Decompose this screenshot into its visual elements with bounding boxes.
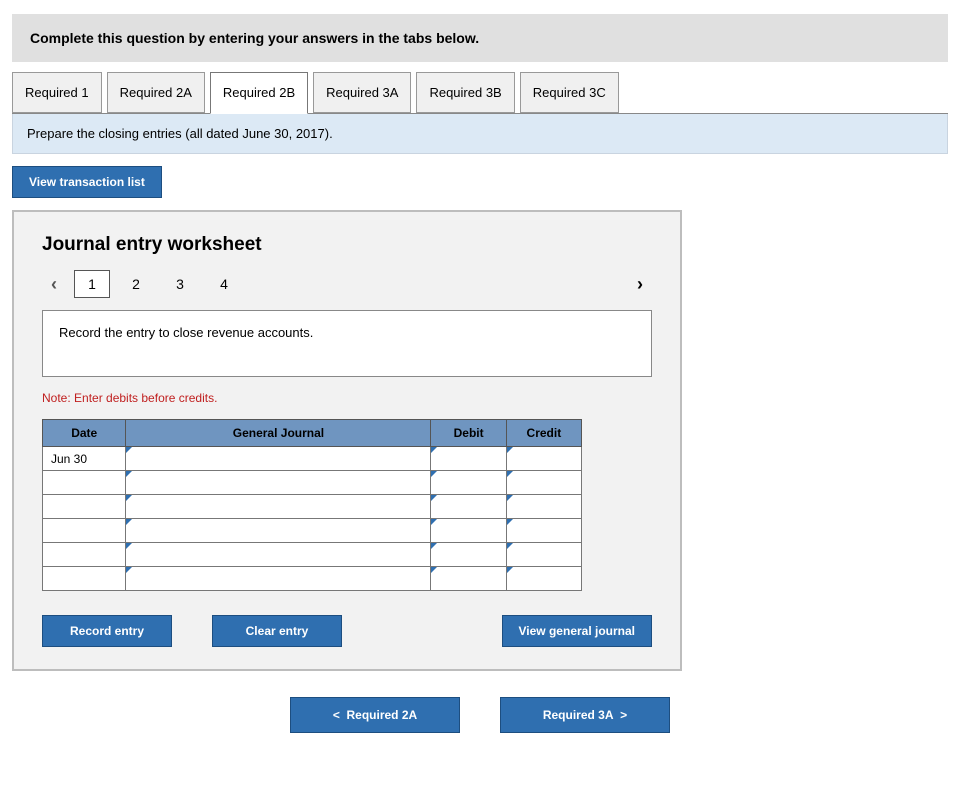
cell-date[interactable] xyxy=(43,543,126,567)
tab-required-2a[interactable]: Required 2A xyxy=(107,72,205,113)
journal-table: Date General Journal Debit Credit Jun 30 xyxy=(42,419,582,591)
view-general-journal-button[interactable]: View general journal xyxy=(502,615,652,647)
cell-general-journal[interactable] xyxy=(126,495,431,519)
tab-required-3c[interactable]: Required 3C xyxy=(520,72,619,113)
worksheet-title: Journal entry worksheet xyxy=(42,234,652,256)
cell-debit[interactable] xyxy=(431,447,506,471)
cell-debit[interactable] xyxy=(431,567,506,591)
bottom-nav: < Required 2A Required 3A > xyxy=(12,697,948,733)
cell-date[interactable]: Jun 30 xyxy=(43,447,126,471)
chevron-right-icon[interactable]: › xyxy=(628,274,652,295)
table-row: Jun 30 xyxy=(43,447,582,471)
chevron-right-icon: > xyxy=(620,708,627,722)
tabs-row: Required 1 Required 2A Required 2B Requi… xyxy=(12,72,948,114)
worksheet-actions: Record entry Clear entry View general jo… xyxy=(42,615,652,647)
debits-credits-note: Note: Enter debits before credits. xyxy=(42,391,652,405)
cell-debit[interactable] xyxy=(431,495,506,519)
cell-date[interactable] xyxy=(43,519,126,543)
cell-general-journal[interactable] xyxy=(126,471,431,495)
tab-required-3a[interactable]: Required 3A xyxy=(313,72,411,113)
prev-tab-label: Required 2A xyxy=(347,708,418,722)
cell-debit[interactable] xyxy=(431,519,506,543)
view-transaction-list-button[interactable]: View transaction list xyxy=(12,166,162,198)
col-header-credit: Credit xyxy=(506,420,581,447)
worksheet-panel: Journal entry worksheet ‹ 1 2 3 4 › Reco… xyxy=(12,210,682,671)
entry-step-2[interactable]: 2 xyxy=(118,270,154,298)
table-row xyxy=(43,543,582,567)
col-header-date: Date xyxy=(43,420,126,447)
cell-credit[interactable] xyxy=(506,447,581,471)
cell-general-journal[interactable] xyxy=(126,543,431,567)
table-row xyxy=(43,519,582,543)
tab-prompt-text: Prepare the closing entries (all dated J… xyxy=(27,126,333,141)
journal-body: Jun 30 xyxy=(43,447,582,591)
cell-debit[interactable] xyxy=(431,471,506,495)
tab-required-2b[interactable]: Required 2B xyxy=(210,72,308,114)
cell-general-journal[interactable] xyxy=(126,519,431,543)
cell-credit[interactable] xyxy=(506,519,581,543)
col-header-debit: Debit xyxy=(431,420,506,447)
clear-entry-button[interactable]: Clear entry xyxy=(212,615,342,647)
tab-prompt-bar: Prepare the closing entries (all dated J… xyxy=(12,114,948,154)
next-tab-label: Required 3A xyxy=(543,708,614,722)
cell-credit[interactable] xyxy=(506,471,581,495)
tab-required-1[interactable]: Required 1 xyxy=(12,72,102,113)
instruction-text: Complete this question by entering your … xyxy=(30,30,479,46)
cell-date[interactable] xyxy=(43,495,126,519)
entry-step-4[interactable]: 4 xyxy=(206,270,242,298)
entry-prompt-box: Record the entry to close revenue accoun… xyxy=(42,310,652,377)
table-row xyxy=(43,567,582,591)
col-header-general-journal: General Journal xyxy=(126,420,431,447)
chevron-left-icon[interactable]: ‹ xyxy=(42,274,66,295)
cell-date[interactable] xyxy=(43,471,126,495)
record-entry-button[interactable]: Record entry xyxy=(42,615,172,647)
cell-general-journal[interactable] xyxy=(126,567,431,591)
entry-prompt-text: Record the entry to close revenue accoun… xyxy=(59,325,313,340)
entry-step-3[interactable]: 3 xyxy=(162,270,198,298)
cell-credit[interactable] xyxy=(506,543,581,567)
cell-credit[interactable] xyxy=(506,567,581,591)
table-row xyxy=(43,495,582,519)
cell-general-journal[interactable] xyxy=(126,447,431,471)
cell-date[interactable] xyxy=(43,567,126,591)
entry-nav: ‹ 1 2 3 4 › xyxy=(42,270,652,298)
cell-credit[interactable] xyxy=(506,495,581,519)
next-tab-button[interactable]: Required 3A > xyxy=(500,697,670,733)
cell-debit[interactable] xyxy=(431,543,506,567)
table-row xyxy=(43,471,582,495)
tab-required-3b[interactable]: Required 3B xyxy=(416,72,514,113)
entry-step-1[interactable]: 1 xyxy=(74,270,110,298)
prev-tab-button[interactable]: < Required 2A xyxy=(290,697,460,733)
chevron-left-icon: < xyxy=(333,708,340,722)
instruction-bar: Complete this question by entering your … xyxy=(12,14,948,62)
